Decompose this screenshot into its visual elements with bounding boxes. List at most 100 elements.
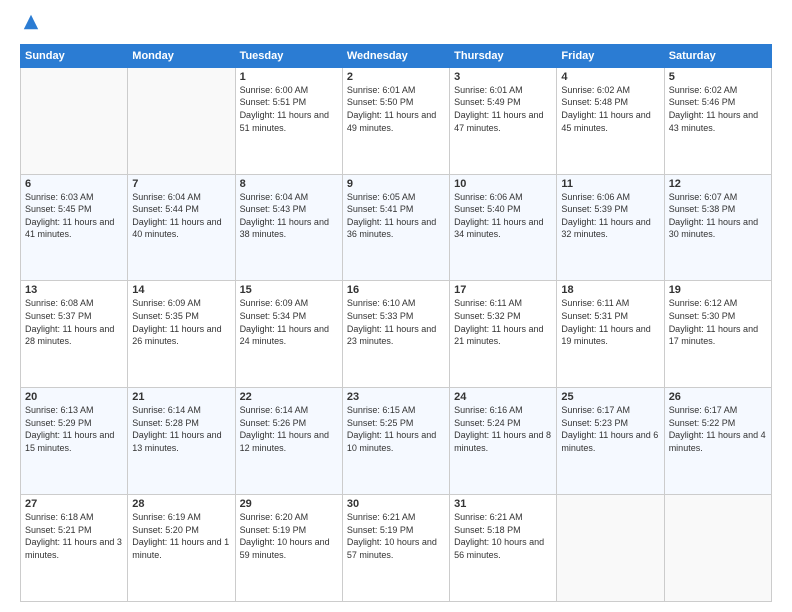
day-info: Sunrise: 6:14 AM Sunset: 5:26 PM Dayligh… bbox=[240, 404, 338, 454]
calendar-cell: 10Sunrise: 6:06 AM Sunset: 5:40 PM Dayli… bbox=[450, 174, 557, 281]
calendar-cell: 31Sunrise: 6:21 AM Sunset: 5:18 PM Dayli… bbox=[450, 495, 557, 602]
calendar-cell: 23Sunrise: 6:15 AM Sunset: 5:25 PM Dayli… bbox=[342, 388, 449, 495]
calendar-cell: 15Sunrise: 6:09 AM Sunset: 5:34 PM Dayli… bbox=[235, 281, 342, 388]
day-info: Sunrise: 6:13 AM Sunset: 5:29 PM Dayligh… bbox=[25, 404, 123, 454]
calendar-cell: 27Sunrise: 6:18 AM Sunset: 5:21 PM Dayli… bbox=[21, 495, 128, 602]
weekday-header-friday: Friday bbox=[557, 44, 664, 67]
calendar-cell: 11Sunrise: 6:06 AM Sunset: 5:39 PM Dayli… bbox=[557, 174, 664, 281]
calendar-cell: 30Sunrise: 6:21 AM Sunset: 5:19 PM Dayli… bbox=[342, 495, 449, 602]
day-number: 6 bbox=[25, 178, 123, 190]
day-info: Sunrise: 6:00 AM Sunset: 5:51 PM Dayligh… bbox=[240, 84, 338, 134]
calendar-cell: 21Sunrise: 6:14 AM Sunset: 5:28 PM Dayli… bbox=[128, 388, 235, 495]
day-info: Sunrise: 6:04 AM Sunset: 5:43 PM Dayligh… bbox=[240, 191, 338, 241]
day-number: 23 bbox=[347, 391, 445, 403]
calendar-cell: 9Sunrise: 6:05 AM Sunset: 5:41 PM Daylig… bbox=[342, 174, 449, 281]
day-info: Sunrise: 6:10 AM Sunset: 5:33 PM Dayligh… bbox=[347, 297, 445, 347]
calendar-week-1: 1Sunrise: 6:00 AM Sunset: 5:51 PM Daylig… bbox=[21, 67, 772, 174]
weekday-header-saturday: Saturday bbox=[664, 44, 771, 67]
day-info: Sunrise: 6:12 AM Sunset: 5:30 PM Dayligh… bbox=[669, 297, 767, 347]
day-number: 11 bbox=[561, 178, 659, 190]
calendar-cell: 3Sunrise: 6:01 AM Sunset: 5:49 PM Daylig… bbox=[450, 67, 557, 174]
day-info: Sunrise: 6:08 AM Sunset: 5:37 PM Dayligh… bbox=[25, 297, 123, 347]
day-info: Sunrise: 6:09 AM Sunset: 5:35 PM Dayligh… bbox=[132, 297, 230, 347]
day-info: Sunrise: 6:21 AM Sunset: 5:18 PM Dayligh… bbox=[454, 511, 552, 561]
logo-text bbox=[20, 16, 40, 36]
day-number: 22 bbox=[240, 391, 338, 403]
day-number: 8 bbox=[240, 178, 338, 190]
calendar-cell bbox=[128, 67, 235, 174]
day-number: 19 bbox=[669, 284, 767, 296]
day-number: 9 bbox=[347, 178, 445, 190]
day-info: Sunrise: 6:02 AM Sunset: 5:48 PM Dayligh… bbox=[561, 84, 659, 134]
calendar-cell: 4Sunrise: 6:02 AM Sunset: 5:48 PM Daylig… bbox=[557, 67, 664, 174]
day-info: Sunrise: 6:18 AM Sunset: 5:21 PM Dayligh… bbox=[25, 511, 123, 561]
calendar-cell: 1Sunrise: 6:00 AM Sunset: 5:51 PM Daylig… bbox=[235, 67, 342, 174]
day-number: 28 bbox=[132, 498, 230, 510]
calendar-week-3: 13Sunrise: 6:08 AM Sunset: 5:37 PM Dayli… bbox=[21, 281, 772, 388]
day-number: 1 bbox=[240, 71, 338, 83]
header bbox=[20, 16, 772, 36]
weekday-header-sunday: Sunday bbox=[21, 44, 128, 67]
day-number: 25 bbox=[561, 391, 659, 403]
logo-icon bbox=[22, 13, 40, 31]
calendar-body: 1Sunrise: 6:00 AM Sunset: 5:51 PM Daylig… bbox=[21, 67, 772, 601]
weekday-header-row: SundayMondayTuesdayWednesdayThursdayFrid… bbox=[21, 44, 772, 67]
calendar-cell: 2Sunrise: 6:01 AM Sunset: 5:50 PM Daylig… bbox=[342, 67, 449, 174]
day-number: 16 bbox=[347, 284, 445, 296]
day-info: Sunrise: 6:07 AM Sunset: 5:38 PM Dayligh… bbox=[669, 191, 767, 241]
day-info: Sunrise: 6:05 AM Sunset: 5:41 PM Dayligh… bbox=[347, 191, 445, 241]
calendar-cell bbox=[21, 67, 128, 174]
calendar-cell: 16Sunrise: 6:10 AM Sunset: 5:33 PM Dayli… bbox=[342, 281, 449, 388]
calendar-cell bbox=[557, 495, 664, 602]
calendar-week-5: 27Sunrise: 6:18 AM Sunset: 5:21 PM Dayli… bbox=[21, 495, 772, 602]
day-number: 10 bbox=[454, 178, 552, 190]
day-info: Sunrise: 6:16 AM Sunset: 5:24 PM Dayligh… bbox=[454, 404, 552, 454]
calendar-cell: 26Sunrise: 6:17 AM Sunset: 5:22 PM Dayli… bbox=[664, 388, 771, 495]
day-info: Sunrise: 6:03 AM Sunset: 5:45 PM Dayligh… bbox=[25, 191, 123, 241]
day-info: Sunrise: 6:06 AM Sunset: 5:40 PM Dayligh… bbox=[454, 191, 552, 241]
day-number: 20 bbox=[25, 391, 123, 403]
day-info: Sunrise: 6:15 AM Sunset: 5:25 PM Dayligh… bbox=[347, 404, 445, 454]
weekday-header-wednesday: Wednesday bbox=[342, 44, 449, 67]
calendar-table: SundayMondayTuesdayWednesdayThursdayFrid… bbox=[20, 44, 772, 602]
day-number: 3 bbox=[454, 71, 552, 83]
calendar-cell: 7Sunrise: 6:04 AM Sunset: 5:44 PM Daylig… bbox=[128, 174, 235, 281]
calendar-cell bbox=[664, 495, 771, 602]
calendar-cell: 29Sunrise: 6:20 AM Sunset: 5:19 PM Dayli… bbox=[235, 495, 342, 602]
day-number: 27 bbox=[25, 498, 123, 510]
day-info: Sunrise: 6:02 AM Sunset: 5:46 PM Dayligh… bbox=[669, 84, 767, 134]
logo bbox=[20, 16, 40, 36]
calendar-cell: 6Sunrise: 6:03 AM Sunset: 5:45 PM Daylig… bbox=[21, 174, 128, 281]
day-number: 5 bbox=[669, 71, 767, 83]
day-number: 18 bbox=[561, 284, 659, 296]
day-info: Sunrise: 6:11 AM Sunset: 5:32 PM Dayligh… bbox=[454, 297, 552, 347]
day-number: 13 bbox=[25, 284, 123, 296]
day-number: 14 bbox=[132, 284, 230, 296]
day-info: Sunrise: 6:19 AM Sunset: 5:20 PM Dayligh… bbox=[132, 511, 230, 561]
page: SundayMondayTuesdayWednesdayThursdayFrid… bbox=[0, 0, 792, 612]
calendar-header: SundayMondayTuesdayWednesdayThursdayFrid… bbox=[21, 44, 772, 67]
calendar-cell: 17Sunrise: 6:11 AM Sunset: 5:32 PM Dayli… bbox=[450, 281, 557, 388]
weekday-header-monday: Monday bbox=[128, 44, 235, 67]
day-info: Sunrise: 6:06 AM Sunset: 5:39 PM Dayligh… bbox=[561, 191, 659, 241]
day-info: Sunrise: 6:20 AM Sunset: 5:19 PM Dayligh… bbox=[240, 511, 338, 561]
day-number: 24 bbox=[454, 391, 552, 403]
day-number: 30 bbox=[347, 498, 445, 510]
calendar-cell: 20Sunrise: 6:13 AM Sunset: 5:29 PM Dayli… bbox=[21, 388, 128, 495]
day-info: Sunrise: 6:17 AM Sunset: 5:23 PM Dayligh… bbox=[561, 404, 659, 454]
calendar-cell: 28Sunrise: 6:19 AM Sunset: 5:20 PM Dayli… bbox=[128, 495, 235, 602]
day-number: 12 bbox=[669, 178, 767, 190]
day-number: 21 bbox=[132, 391, 230, 403]
day-number: 26 bbox=[669, 391, 767, 403]
calendar-cell: 5Sunrise: 6:02 AM Sunset: 5:46 PM Daylig… bbox=[664, 67, 771, 174]
calendar-cell: 14Sunrise: 6:09 AM Sunset: 5:35 PM Dayli… bbox=[128, 281, 235, 388]
calendar-cell: 24Sunrise: 6:16 AM Sunset: 5:24 PM Dayli… bbox=[450, 388, 557, 495]
day-info: Sunrise: 6:01 AM Sunset: 5:50 PM Dayligh… bbox=[347, 84, 445, 134]
day-info: Sunrise: 6:01 AM Sunset: 5:49 PM Dayligh… bbox=[454, 84, 552, 134]
day-number: 4 bbox=[561, 71, 659, 83]
calendar-cell: 13Sunrise: 6:08 AM Sunset: 5:37 PM Dayli… bbox=[21, 281, 128, 388]
day-info: Sunrise: 6:17 AM Sunset: 5:22 PM Dayligh… bbox=[669, 404, 767, 454]
day-number: 15 bbox=[240, 284, 338, 296]
calendar-cell: 8Sunrise: 6:04 AM Sunset: 5:43 PM Daylig… bbox=[235, 174, 342, 281]
day-number: 17 bbox=[454, 284, 552, 296]
